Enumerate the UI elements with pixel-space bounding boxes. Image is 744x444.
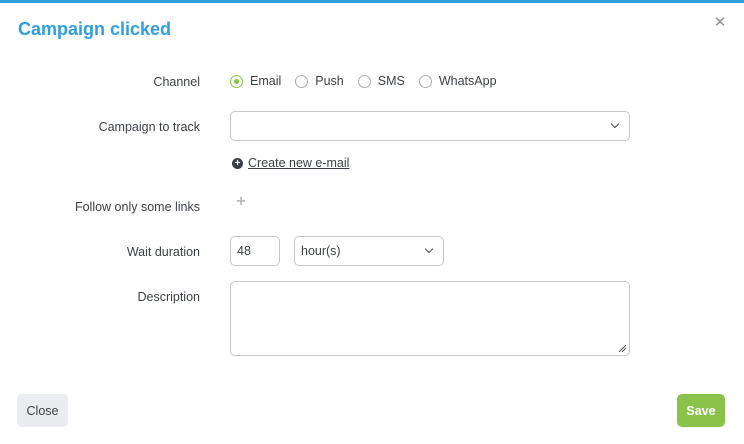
channel-option-email[interactable]: Email <box>230 74 281 88</box>
channel-radio-group: Email Push SMS WhatsApp <box>230 74 511 88</box>
wait-label: Wait duration <box>126 245 200 259</box>
channel-option-label: SMS <box>377 74 405 88</box>
save-button[interactable]: Save <box>677 394 725 427</box>
dialog-title: Campaign clicked <box>18 19 172 39</box>
wait-duration-input[interactable] <box>230 236 280 266</box>
chevron-down-icon <box>424 244 434 254</box>
chevron-down-icon <box>610 119 620 129</box>
channel-option-label: WhatsApp <box>438 74 497 88</box>
channel-option-label: Push <box>315 74 344 88</box>
close-button[interactable]: Close <box>17 394 68 427</box>
radio-sms[interactable] <box>357 74 371 88</box>
radio-whatsapp[interactable] <box>418 74 432 88</box>
plus-icon[interactable]: + <box>234 194 248 210</box>
channel-option-push[interactable]: Push <box>295 74 344 88</box>
plus-circle-icon: + <box>232 157 243 169</box>
links-label: Follow only some links <box>74 200 200 214</box>
channel-label: Channel <box>153 75 200 89</box>
channel-option-sms[interactable]: SMS <box>357 74 405 88</box>
create-email-link-text: Create new e-mail <box>248 156 350 170</box>
channel-option-whatsapp[interactable]: WhatsApp <box>418 74 497 88</box>
description-label: Description <box>137 290 200 304</box>
wait-unit-value: hour(s) <box>301 244 341 258</box>
resize-grip-icon[interactable] <box>617 343 627 353</box>
campaign-select[interactable] <box>230 111 630 141</box>
description-textarea[interactable] <box>230 281 630 356</box>
create-email-link[interactable]: + Create new e-mail <box>232 156 349 170</box>
top-accent-bar <box>0 0 744 3</box>
channel-option-label: Email <box>250 74 282 88</box>
close-icon[interactable]: ✕ <box>712 15 728 31</box>
wait-unit-select[interactable]: hour(s) <box>294 236 444 266</box>
radio-email[interactable] <box>230 74 243 88</box>
radio-push[interactable] <box>295 74 309 88</box>
campaign-label: Campaign to track <box>98 120 200 134</box>
